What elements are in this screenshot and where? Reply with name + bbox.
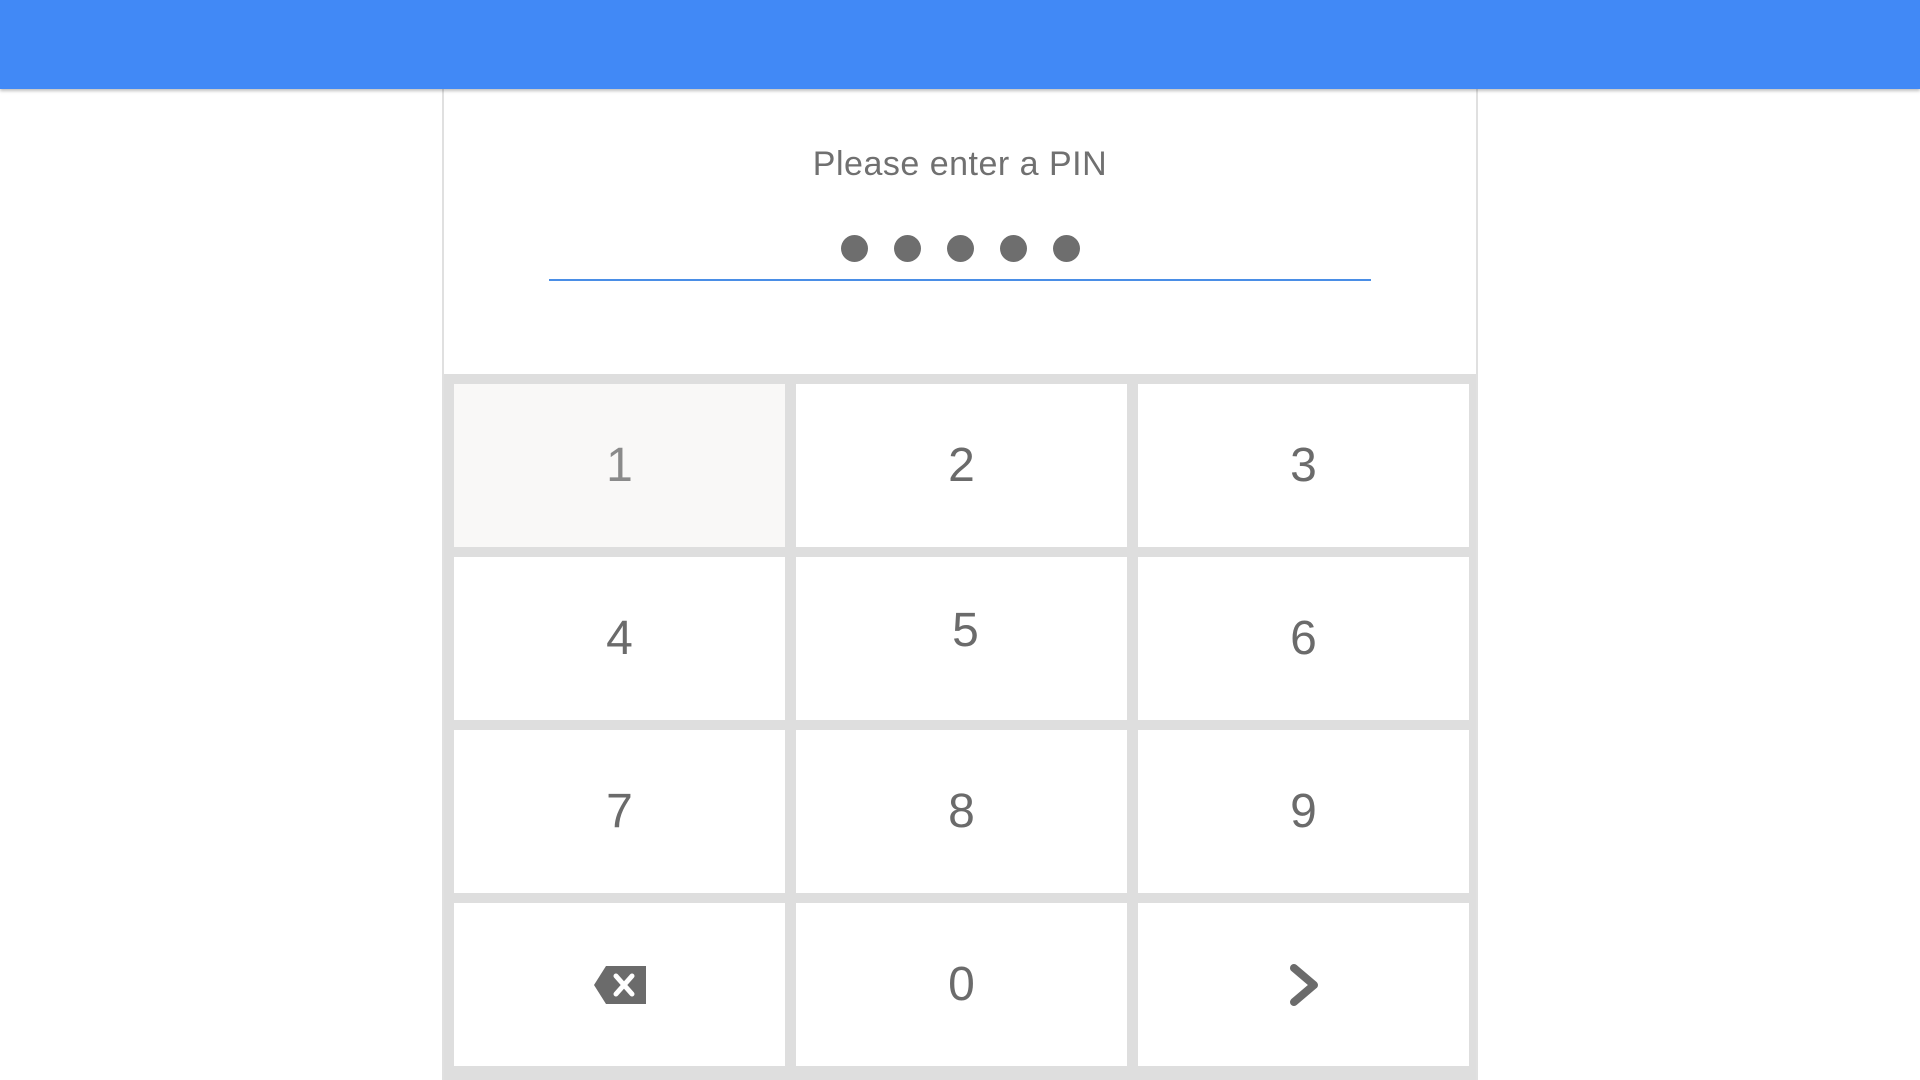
key-label: 4 (606, 612, 633, 665)
key-label: 1 (606, 439, 633, 492)
key-label: 0 (948, 958, 975, 1011)
backspace-icon (592, 964, 648, 1006)
backspace-button[interactable] (454, 903, 785, 1066)
key-label: 9 (1290, 785, 1317, 838)
key-7[interactable]: 7 (454, 730, 785, 893)
app-header-bar (0, 0, 1920, 89)
key-label: 3 (1290, 439, 1317, 492)
key-8[interactable]: 8 (796, 730, 1127, 893)
pin-prompt: Please enter a PIN (812, 145, 1108, 183)
pin-dots (549, 235, 1371, 262)
key-label: 5 (952, 604, 979, 657)
pin-input-field[interactable] (549, 229, 1371, 281)
numeric-keypad: 1 2 3 4 5 6 7 8 9 0 (444, 374, 1476, 1080)
pin-dot (893, 235, 921, 262)
key-0[interactable]: 0 (796, 903, 1127, 1066)
key-3[interactable]: 3 (1138, 384, 1469, 547)
pin-panel: Please enter a PIN 1 2 3 4 5 6 7 8 9 0 (442, 89, 1478, 1080)
submit-button[interactable] (1138, 903, 1469, 1066)
key-9[interactable]: 9 (1138, 730, 1469, 893)
key-6[interactable]: 6 (1138, 557, 1469, 720)
chevron-right-icon (1287, 963, 1321, 1007)
key-1[interactable]: 1 (454, 384, 785, 547)
key-label: 6 (1290, 612, 1317, 665)
key-label: 8 (948, 785, 975, 838)
key-2[interactable]: 2 (796, 384, 1127, 547)
pin-dot (946, 235, 974, 262)
key-label: 7 (606, 785, 633, 838)
key-label: 2 (948, 439, 975, 492)
key-5[interactable]: 5 (796, 557, 1127, 720)
pin-dot (999, 235, 1027, 262)
pin-dot (840, 235, 868, 262)
pin-dot (1052, 235, 1080, 262)
key-4[interactable]: 4 (454, 557, 785, 720)
